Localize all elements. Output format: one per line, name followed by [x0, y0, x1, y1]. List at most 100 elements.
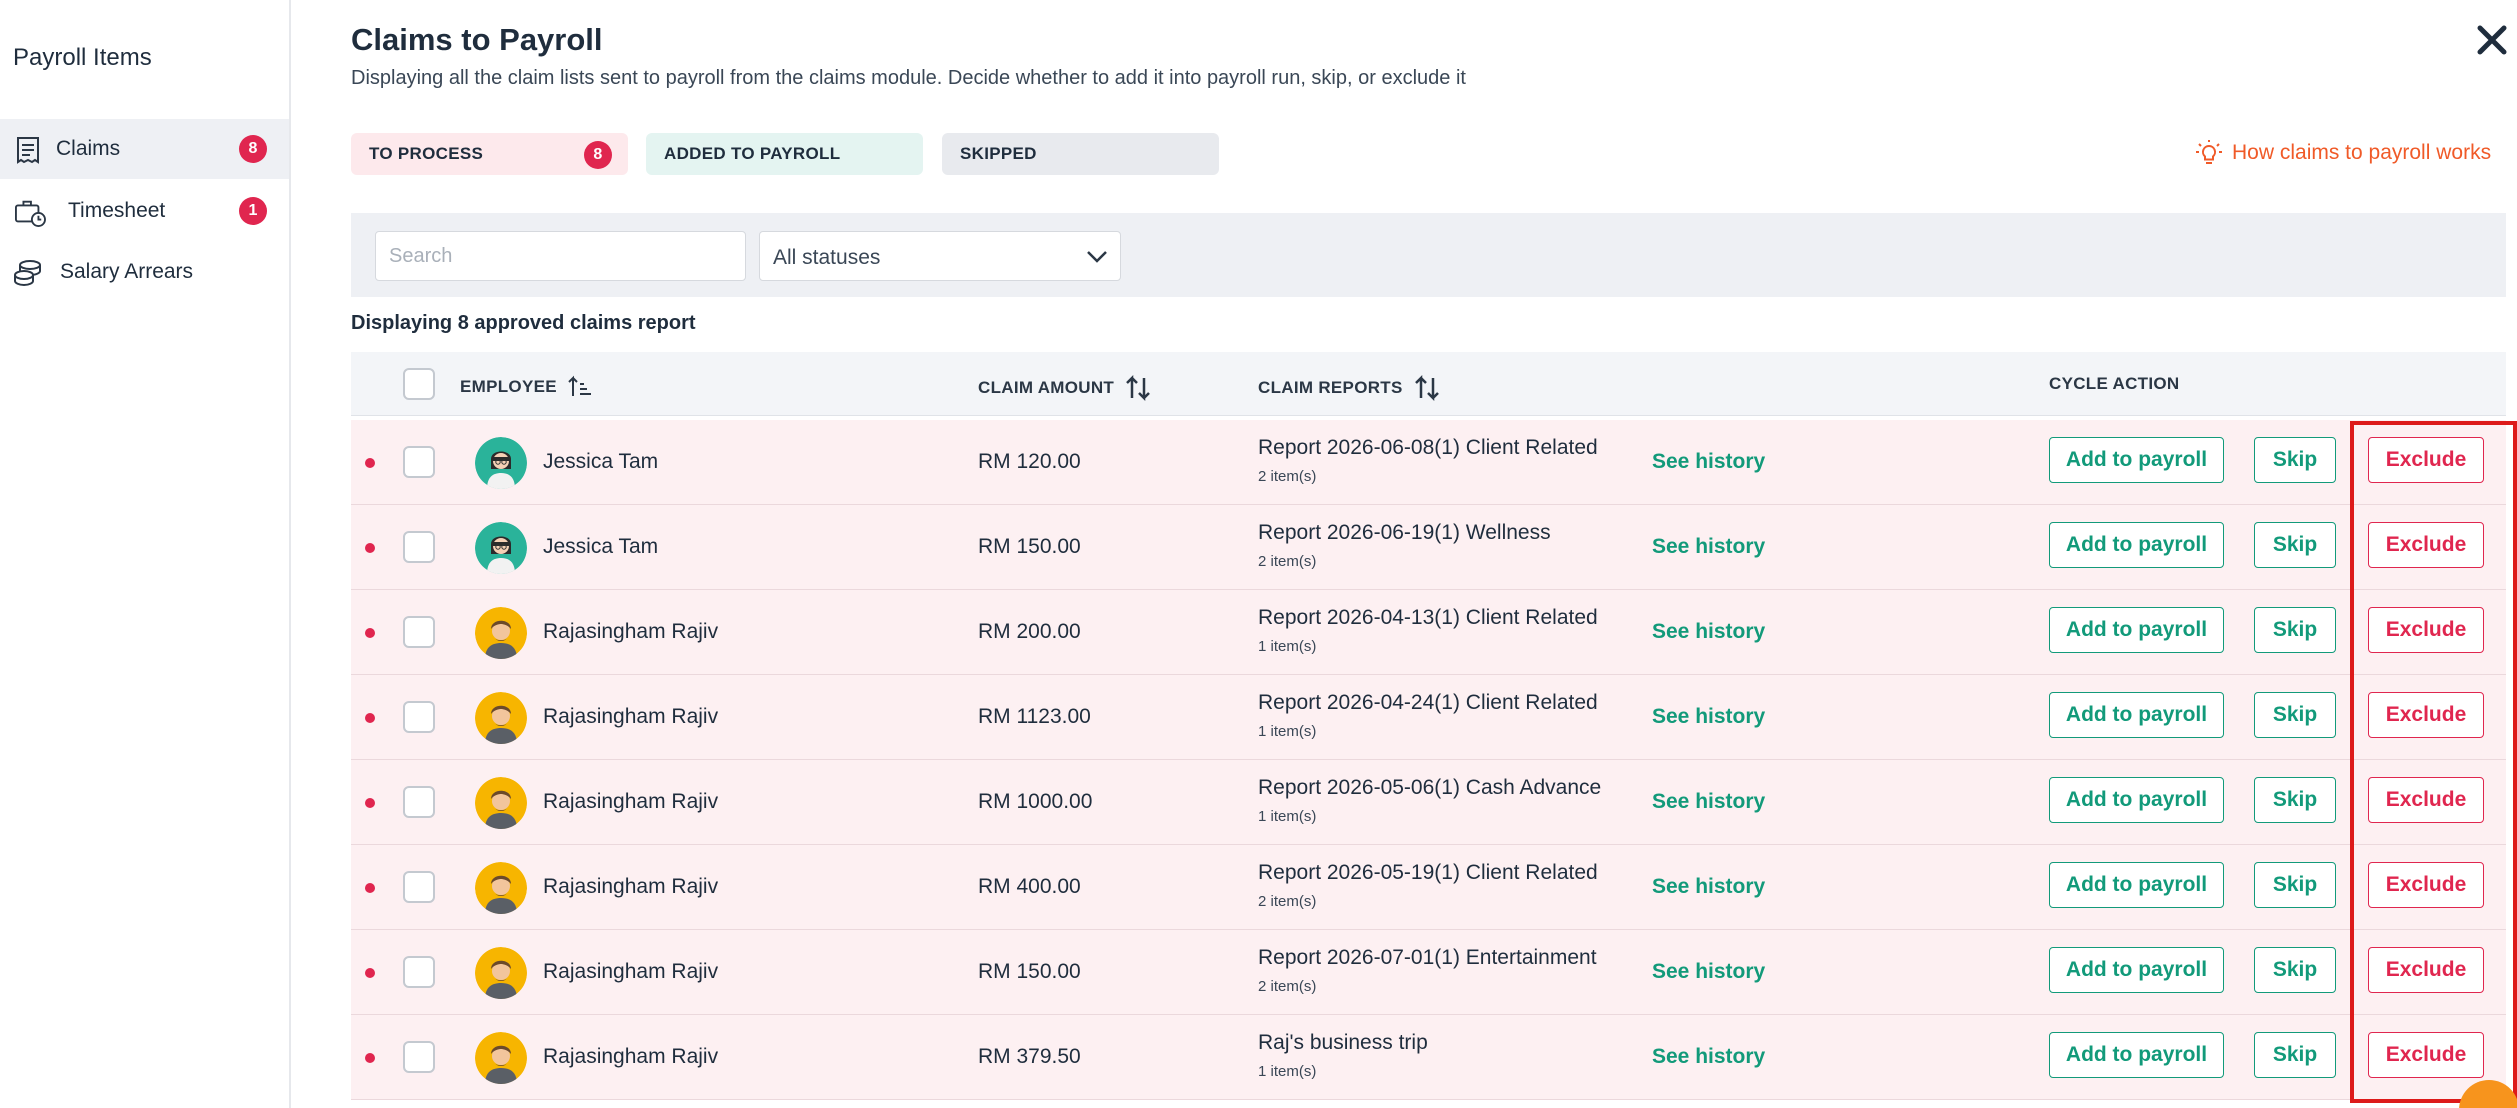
claim-amount: RM 120.00 [978, 450, 1081, 473]
skip-button[interactable]: Skip [2254, 522, 2336, 568]
tab-label: ADDED TO PAYROLL [664, 144, 841, 163]
claim-amount-column-header[interactable]: CLAIM AMOUNT [978, 374, 1152, 402]
avatar [475, 522, 527, 574]
add-to-payroll-button[interactable]: Add to payroll [2049, 692, 2224, 738]
row-checkbox[interactable] [403, 531, 435, 563]
table-row: Rajasingham Rajiv RM 200.00 Report 2026-… [351, 590, 2506, 675]
employee-name: Rajasingham Rajiv [543, 705, 719, 728]
exclude-button[interactable]: Exclude [2368, 947, 2484, 993]
row-checkbox[interactable] [403, 1041, 435, 1073]
skip-button[interactable]: Skip [2254, 777, 2336, 823]
skip-button[interactable]: Skip [2254, 437, 2336, 483]
skip-button[interactable]: Skip [2254, 607, 2336, 653]
add-to-payroll-button[interactable]: Add to payroll [2049, 607, 2224, 653]
table-row: Jessica Tam RM 150.00 Report 2026-06-19(… [351, 505, 2506, 590]
add-to-payroll-button[interactable]: Add to payroll [2049, 1032, 2224, 1078]
select-all-checkbox[interactable] [403, 368, 435, 400]
claims-count-text: Displaying 8 approved claims report [351, 312, 696, 334]
employee-avatar-icon [475, 1032, 527, 1084]
claim-report-name: Report 2026-07-01(1) Entertainment [1258, 946, 1597, 969]
exclude-button[interactable]: Exclude [2368, 777, 2484, 823]
claim-report-name: Report 2026-06-08(1) Client Related [1258, 436, 1598, 459]
employee-avatar-icon [475, 862, 527, 914]
employee-name: Rajasingham Rajiv [543, 620, 719, 643]
exclude-button[interactable]: Exclude [2368, 607, 2484, 653]
add-to-payroll-button[interactable]: Add to payroll [2049, 947, 2224, 993]
claim-report-name: Report 2026-05-06(1) Cash Advance [1258, 776, 1602, 799]
see-history-link[interactable]: See history [1652, 620, 1765, 644]
see-history-link[interactable]: See history [1652, 535, 1765, 559]
row-checkbox[interactable] [403, 786, 435, 818]
table-row: Rajasingham Rajiv RM 1000.00 Report 2026… [351, 760, 2506, 845]
add-to-payroll-button[interactable]: Add to payroll [2049, 862, 2224, 908]
skip-button[interactable]: Skip [2254, 947, 2336, 993]
claim-amount: RM 150.00 [978, 535, 1081, 558]
column-label: CLAIM REPORTS [1258, 378, 1403, 397]
add-to-payroll-button[interactable]: Add to payroll [2049, 777, 2224, 823]
exclude-button[interactable]: Exclude [2368, 1032, 2484, 1078]
sidebar-item-claims[interactable]: Claims 8 [0, 119, 289, 179]
employee-column-header[interactable]: EMPLOYEE [460, 374, 593, 400]
avatar [475, 862, 527, 914]
skip-button[interactable]: Skip [2254, 1032, 2336, 1078]
chevron-down-icon [1087, 251, 1107, 263]
tab-to-process[interactable]: TO PROCESS 8 [351, 133, 628, 175]
see-history-link[interactable]: See history [1652, 705, 1765, 729]
add-to-payroll-button[interactable]: Add to payroll [2049, 437, 2224, 483]
skip-button[interactable]: Skip [2254, 862, 2336, 908]
claim-amount: RM 400.00 [978, 875, 1081, 898]
tab-label: TO PROCESS [369, 144, 484, 163]
row-checkbox[interactable] [403, 871, 435, 903]
sidebar-item-salary-arrears[interactable]: Salary Arrears [0, 242, 289, 302]
unread-dot [365, 798, 375, 808]
claim-report-items: 1 item(s) [1258, 723, 1317, 740]
lightbulb-icon [2196, 140, 2222, 164]
avatar [475, 947, 527, 999]
claim-report-items: 2 item(s) [1258, 553, 1317, 570]
employee-name: Jessica Tam [543, 535, 659, 558]
claim-report-name: Report 2026-04-24(1) Client Related [1258, 691, 1598, 714]
add-to-payroll-button[interactable]: Add to payroll [2049, 522, 2224, 568]
see-history-link[interactable]: See history [1652, 790, 1765, 814]
timesheet-clock-icon [15, 200, 46, 227]
table-row: Jessica Tam RM 120.00 Report 2026-06-08(… [351, 420, 2506, 505]
table-header: EMPLOYEE CLAIM AMOUNT CLAIM REPORTS CYCL… [351, 352, 2506, 416]
sidebar-item-timesheet[interactable]: Timesheet 1 [0, 181, 289, 241]
exclude-button[interactable]: Exclude [2368, 522, 2484, 568]
help-link-label: How claims to payroll works [2232, 141, 2492, 164]
to-process-count-badge: 8 [584, 141, 612, 169]
row-checkbox[interactable] [403, 446, 435, 478]
row-checkbox[interactable] [403, 616, 435, 648]
unread-dot [365, 628, 375, 638]
tab-added-to-payroll[interactable]: ADDED TO PAYROLL [646, 133, 923, 175]
status-dropdown[interactable]: All statuses [759, 231, 1121, 281]
see-history-link[interactable]: See history [1652, 875, 1765, 899]
see-history-link[interactable]: See history [1652, 1045, 1765, 1069]
see-history-link[interactable]: See history [1652, 960, 1765, 984]
employee-avatar-icon [475, 777, 527, 829]
sidebar-item-label: Salary Arrears [60, 260, 194, 283]
claim-reports-column-header[interactable]: CLAIM REPORTS [1258, 374, 1441, 402]
how-it-works-link[interactable]: How claims to payroll works [2194, 138, 2491, 168]
timesheet-count-badge: 1 [239, 197, 267, 225]
table-row: Rajasingham Rajiv RM 150.00 Report 2026-… [351, 930, 2506, 1015]
page-subtitle: Displaying all the claim lists sent to p… [351, 67, 1466, 89]
employee-name: Rajasingham Rajiv [543, 875, 719, 898]
column-label: CYCLE ACTION [2049, 374, 2180, 393]
tab-skipped[interactable]: SKIPPED [942, 133, 1219, 175]
sidebar: Payroll Items Claims 8 Timesheet 1 Salar… [0, 0, 291, 1108]
search-input[interactable] [375, 231, 746, 281]
claim-report-items: 1 item(s) [1258, 1063, 1317, 1080]
sidebar-item-label: Claims [56, 137, 121, 160]
exclude-button[interactable]: Exclude [2368, 437, 2484, 483]
row-checkbox[interactable] [403, 956, 435, 988]
filter-bar: All statuses [351, 213, 2506, 297]
exclude-button[interactable]: Exclude [2368, 692, 2484, 738]
exclude-button[interactable]: Exclude [2368, 862, 2484, 908]
close-icon[interactable] [2474, 22, 2510, 58]
unread-dot [365, 458, 375, 468]
row-checkbox[interactable] [403, 701, 435, 733]
claim-report-items: 2 item(s) [1258, 893, 1317, 910]
skip-button[interactable]: Skip [2254, 692, 2336, 738]
see-history-link[interactable]: See history [1652, 450, 1765, 474]
